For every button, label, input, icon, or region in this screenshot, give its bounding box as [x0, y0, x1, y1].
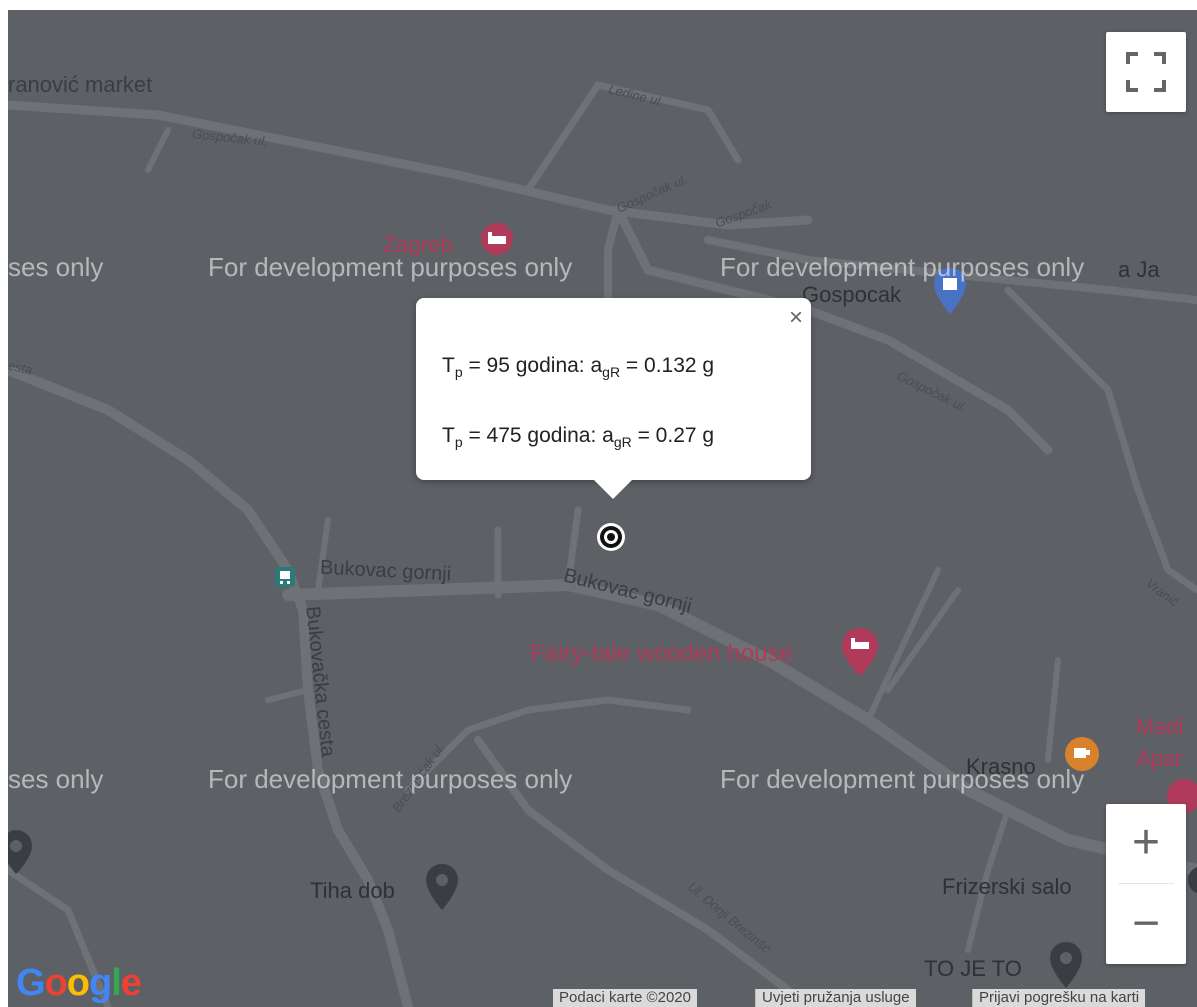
symbol-a-sub: gR — [602, 364, 621, 380]
report-error-link[interactable]: Prijavi pogrešku na karti — [972, 989, 1146, 1007]
acceleration-value: = 0.27 g — [631, 424, 715, 447]
dev-watermark: For development purposes only — [720, 252, 1085, 282]
symbol-t: T — [442, 354, 455, 377]
return-period-row: Tp = 95 godina: agR = 0.132 g — [442, 354, 714, 380]
place-pin-icon[interactable] — [424, 862, 460, 914]
return-period-row: Tp = 475 godina: agR = 0.27 g — [442, 424, 714, 450]
dev-watermark: For development purposes only — [720, 764, 1085, 794]
symbol-t-sub: p — [454, 434, 463, 450]
google-logo[interactable]: Google — [16, 962, 142, 1005]
zoom-control: + − — [1106, 804, 1186, 964]
place-madi[interactable]: Madi — [1136, 714, 1184, 740]
fullscreen-icon — [1126, 52, 1166, 92]
location-marker-icon[interactable] — [595, 521, 627, 553]
fullscreen-button[interactable] — [1106, 32, 1186, 112]
info-window: × Tp = 95 godina: agR = 0.132 g Tp = 475… — [416, 298, 811, 480]
hotel-pin-icon[interactable] — [840, 626, 880, 680]
zoom-in-button[interactable]: + — [1106, 804, 1186, 884]
place-to-je-to[interactable]: TO JE TO — [924, 956, 1022, 982]
terms-link[interactable]: Uvjeti pružanja usluge — [755, 989, 916, 1007]
place-market: ranović market — [8, 72, 153, 97]
place-apar[interactable]: Apar — [1136, 746, 1182, 772]
symbol-a-sub: gR — [613, 434, 632, 450]
place-frizerski[interactable]: Frizerski salo — [942, 874, 1072, 900]
place-fairy-tale[interactable]: Fairy-tale wooden house — [530, 640, 793, 668]
dev-watermark: ses only — [8, 252, 104, 282]
acceleration-value: = 0.132 g — [620, 354, 715, 377]
place-pin-icon[interactable] — [1188, 862, 1197, 902]
road-network — [8, 81, 1197, 1007]
dev-watermark: ses only — [8, 764, 104, 794]
place-ja[interactable]: a Ja — [1118, 257, 1160, 283]
bus-stop-icon[interactable] — [274, 566, 296, 588]
return-period-text: = 475 godina: a — [462, 424, 614, 447]
info-window-tail — [593, 479, 633, 499]
dev-watermark: For development purposes only — [208, 764, 573, 794]
map-data-attribution: Podaci karte ©2020 — [553, 989, 697, 1007]
zoom-out-button[interactable]: − — [1106, 884, 1186, 964]
hotel-icon[interactable] — [480, 222, 514, 256]
place-pin-icon[interactable] — [8, 828, 36, 878]
symbol-t-sub: p — [454, 364, 463, 380]
place-gospocak[interactable]: Gospocak — [802, 282, 901, 308]
place-pin-icon[interactable] — [1048, 940, 1084, 992]
map-canvas[interactable]: ranović market Gospočak ul. Ledine ul. G… — [8, 10, 1197, 1007]
symbol-t: T — [442, 424, 455, 447]
return-period-text: = 95 godina: a — [462, 354, 603, 377]
place-tiha-dob[interactable]: Tiha dob — [310, 878, 395, 904]
close-icon[interactable]: × — [789, 304, 803, 332]
dev-watermark: For development purposes only — [208, 252, 573, 282]
